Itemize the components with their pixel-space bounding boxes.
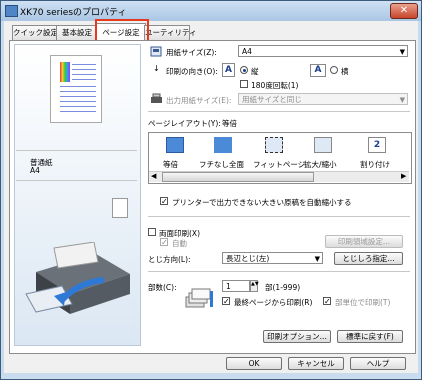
print-options-button[interactable]: 印刷オプション... [263, 330, 331, 343]
preview-text-line [60, 101, 96, 102]
section-divider [148, 216, 410, 217]
chevron-down-icon: ▼ [314, 255, 320, 263]
copies-range: 部(1-999) [265, 283, 301, 292]
page-size-label: 用紙サイズ(Z): [166, 48, 217, 57]
orientation-label: 印刷の向き(O): [166, 67, 218, 76]
preview-text-line [72, 69, 96, 70]
section-divider [148, 111, 410, 112]
printer-icon [151, 93, 162, 103]
copies-value: 1 [226, 282, 231, 291]
layout-item-fit-to-page[interactable]: フィットページ [253, 159, 305, 170]
preview-text-line [60, 111, 96, 112]
duplex-checkbox[interactable] [148, 228, 156, 236]
page-layout-label: ページレイアウト(Y): [148, 119, 221, 128]
copies-input[interactable]: 1 [222, 280, 250, 292]
binding-side-select[interactable]: 長辺とじ(左) ▼ [222, 252, 323, 264]
orientation-arrow-icon: ↓ [153, 64, 160, 73]
page-preview [50, 55, 102, 123]
portrait-icon: A [222, 63, 235, 77]
layout-item-borderless[interactable]: フチなし全面 [199, 159, 244, 170]
scaled-icon[interactable] [314, 137, 332, 153]
copies-stack-icon [185, 288, 213, 308]
help-button[interactable]: ヘルプ [350, 357, 406, 370]
copies-spin-button[interactable]: ▲▼ [250, 280, 259, 292]
preview-text-line [60, 96, 96, 97]
preview-text-line [60, 91, 96, 92]
portrait-label: 縦 [251, 67, 259, 76]
preview-text-line [60, 106, 96, 107]
scroll-left-icon[interactable]: ◀ [151, 172, 156, 180]
duplex-auto-label: 自動 [172, 239, 187, 248]
paper-icon [150, 46, 162, 57]
output-size-select[interactable]: 用紙サイズと同じ ▼ [238, 93, 408, 105]
output-size-value: 用紙サイズと同じ [242, 95, 302, 104]
ok-button[interactable]: OK [226, 357, 282, 370]
preview-divider [16, 180, 137, 181]
portrait-radio[interactable] [240, 66, 248, 74]
scroll-right-icon[interactable]: ▶ [401, 172, 406, 180]
landscape-icon: A [310, 64, 326, 77]
duplex-auto-checkbox[interactable]: ✓ [160, 238, 168, 247]
preview-text-line [72, 79, 96, 80]
fit-to-page-icon[interactable] [265, 137, 283, 153]
normal-size-icon[interactable] [166, 137, 184, 153]
chevron-down-icon: ▼ [399, 96, 405, 104]
section-divider [148, 271, 410, 272]
last-page-first-label: 最終ページから印刷(R) [234, 298, 313, 307]
copies-label: 部数(C): [148, 283, 177, 292]
tab-quick-setup[interactable]: クイック設定 [12, 25, 58, 40]
auto-reduce-label: プリンターで出力できない大きい原稿を自動縮小する [172, 198, 352, 207]
auto-reduce-checkbox[interactable]: ✓ [160, 197, 168, 206]
printer-illustration-icon [25, 242, 130, 314]
tab-utility[interactable]: ユーティリティ [144, 25, 197, 40]
collate-checkbox[interactable]: ✓ [323, 297, 331, 306]
restore-defaults-button[interactable]: 標準に戻す(F) [337, 330, 403, 343]
scroll-thumb[interactable] [162, 172, 314, 182]
borderless-icon[interactable] [214, 137, 232, 153]
close-button[interactable]: ✕ [390, 3, 418, 19]
rotate-180-checkbox[interactable] [240, 80, 248, 88]
preview-text-line [72, 74, 96, 75]
output-size-label: 出力用紙サイズ(E): [166, 96, 232, 105]
landscape-label: 横 [341, 67, 349, 76]
preview-color-image [60, 62, 70, 82]
landscape-radio[interactable] [330, 66, 338, 74]
paper-size-text: A4 [30, 166, 40, 175]
layout-item-normal[interactable]: 等倍 [163, 159, 178, 170]
binding-side-label: とじ方向(L): [148, 255, 191, 264]
rotate-180-label: 180度回転(1) [251, 81, 299, 90]
printer-app-icon [5, 5, 18, 17]
preview-text-line [60, 86, 96, 87]
preview-text-line [72, 64, 96, 65]
preview-divider [16, 150, 137, 151]
chevron-down-icon: ▼ [399, 48, 405, 56]
last-page-first-checkbox[interactable]: ✓ [222, 297, 230, 306]
collate-label: 部単位で印刷(T) [335, 298, 391, 307]
paper-orientation-icon [112, 198, 128, 218]
page-layout-value: 等倍 [222, 119, 237, 128]
layout-item-scaled[interactable]: 拡大/縮小 [304, 159, 337, 170]
page-size-value: A4 [242, 47, 252, 56]
tab-main[interactable]: 基本設定 [56, 25, 98, 40]
page-layout-2up-icon[interactable]: 2 [368, 137, 386, 153]
window-title: XK70 seriesのプロパティ [20, 8, 127, 18]
binding-margin-button[interactable]: とじしろ指定... [334, 252, 403, 265]
binding-side-value: 長辺とじ(左) [226, 254, 270, 263]
layout-item-page-layout[interactable]: 割り付け [360, 159, 390, 170]
print-area-setup-button[interactable]: 印刷領域設定... [325, 235, 403, 248]
cancel-button[interactable]: キャンセル [288, 357, 344, 370]
page-size-select[interactable]: A4 ▼ [238, 45, 408, 57]
